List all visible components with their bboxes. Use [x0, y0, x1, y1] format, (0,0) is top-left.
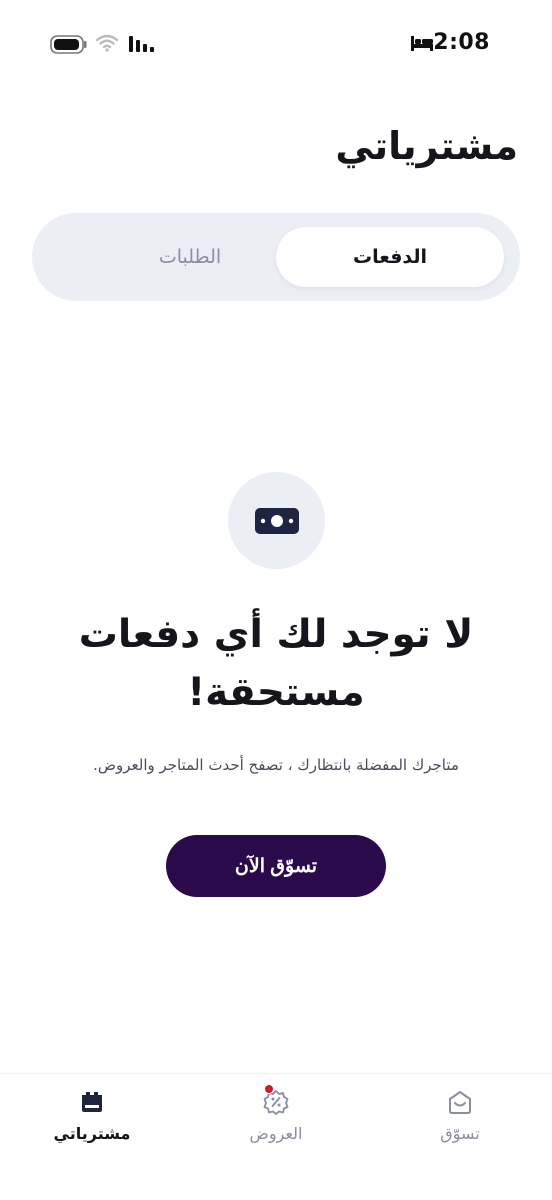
nav-label-offers: العروض [249, 1124, 303, 1143]
tab-orders[interactable]: الطلبات [76, 227, 304, 287]
nav-item-shop[interactable]: تسوّق [400, 1088, 520, 1143]
status-time: 2:08 [433, 30, 490, 55]
shop-now-button[interactable]: تسوّق الآن [166, 835, 386, 897]
nav-label-purchases: مشترياتي [53, 1124, 131, 1143]
battery-icon [50, 35, 87, 54]
empty-state-icon-container [228, 472, 325, 569]
bed-icon [411, 36, 433, 51]
purchases-icon [82, 1092, 102, 1112]
nav-item-purchases[interactable]: مشترياتي [32, 1088, 152, 1143]
empty-state-title: لا توجد لك أي دفعات مستحقة! [78, 612, 474, 715]
nav-item-offers[interactable]: العروض [216, 1084, 336, 1143]
wifi-icon [96, 34, 118, 52]
empty-state-subtitle: متاجرك المفضلة بانتظارك ، تصفح أحدث المت… [93, 756, 459, 774]
nav-label-shop: تسوّق [440, 1124, 480, 1143]
bottom-nav: مشترياتي العروض تسوّق [0, 1073, 552, 1200]
signal-icon [129, 36, 154, 52]
cash-icon [254, 507, 299, 534]
offers-badge-dot [264, 1084, 274, 1094]
status-bar: 2:08 [0, 0, 552, 90]
segmented-tabs: الدفعات الطلبات [32, 213, 520, 301]
tab-payments[interactable]: الدفعات [276, 227, 504, 287]
shop-icon [449, 1091, 471, 1114]
offers-icon-wrapper [262, 1084, 290, 1116]
page-title: مشترياتي [335, 124, 518, 168]
